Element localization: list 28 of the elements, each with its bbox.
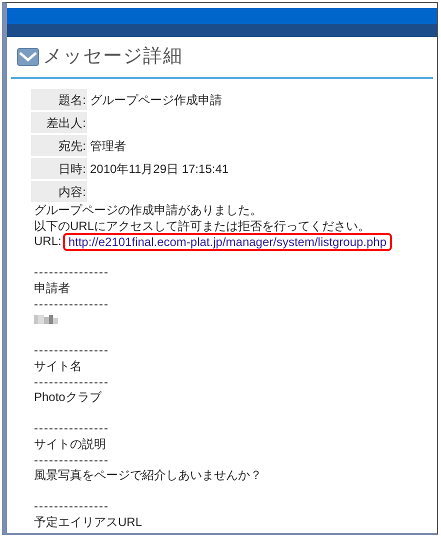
field-value: 2010年11月29日 17:15:41	[90, 160, 229, 178]
dashed-separator-text: ---------------	[34, 452, 110, 468]
message-text: サイト名	[34, 358, 83, 375]
field-label: 宛先:	[31, 135, 87, 156]
page-title: メッセージ詳細	[43, 44, 183, 69]
field-value: グループページ作成申請	[90, 92, 222, 108]
dashed-separator-text: ---------------	[34, 343, 110, 359]
field-value: 管理者	[90, 138, 126, 154]
message-text: サイトの説明	[34, 436, 107, 452]
url-label: URL:	[34, 234, 62, 250]
message-text: 予定エイリアスURL	[34, 514, 144, 530]
dashed-separator-text: ---------------	[34, 374, 110, 390]
field-label: 日時:	[31, 158, 87, 179]
field-label: 題名:	[31, 89, 87, 110]
dashed-separator-text: ---------------	[34, 296, 110, 312]
field-label: 内容:	[31, 181, 87, 202]
field-label: 差出人:	[31, 112, 87, 133]
dashed-separator-text: ---------------	[34, 421, 110, 437]
message-text: Photoクラブ	[34, 390, 102, 406]
dashed-separator-text: ---------------	[34, 265, 110, 281]
message-text: グループページの作成申請がありました。	[34, 203, 263, 219]
envelope-icon	[17, 48, 39, 66]
message-text: 申請者	[34, 280, 71, 297]
dashed-separator-text: ---------------	[34, 499, 110, 515]
message-text: 風景写真をページで紹介しあいませんか？	[34, 468, 263, 484]
blurred-text-icon	[34, 315, 58, 324]
url-link[interactable]: http://e2101final.ecom-plat.jp/manager/system/listgroup.php	[63, 232, 392, 251]
message-text: 以下のURLにアクセスして許可または拒否を行ってください。	[34, 218, 372, 234]
